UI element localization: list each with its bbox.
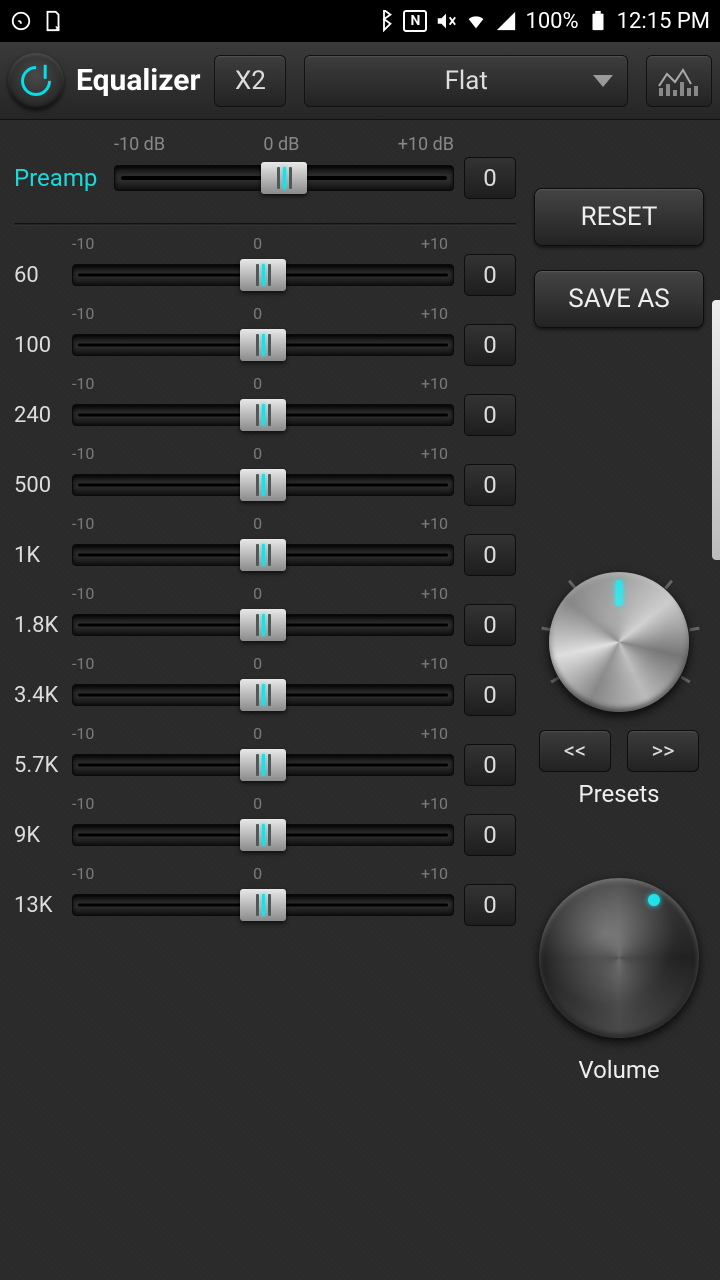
- band-60: -100+10600: [14, 234, 516, 296]
- reset-button[interactable]: RESET: [534, 188, 704, 246]
- band-slider-9K[interactable]: [72, 824, 454, 846]
- band-thumb[interactable]: [240, 539, 286, 571]
- band-3.4K: -100+103.4K0: [14, 654, 516, 716]
- band-thumb[interactable]: [240, 329, 286, 361]
- band-thumb[interactable]: [240, 749, 286, 781]
- band-value: 0: [464, 254, 516, 296]
- volume-knob-section: Volume: [529, 868, 709, 1084]
- band-13K: -100+1013K0: [14, 864, 516, 926]
- band-thumb[interactable]: [240, 469, 286, 501]
- clock: 12:15 PM: [617, 9, 710, 34]
- band-value: 0: [464, 674, 516, 716]
- band-1K: -100+101K0: [14, 514, 516, 576]
- band-thumb[interactable]: [240, 609, 286, 641]
- screen-title: Equalizer: [76, 63, 200, 98]
- save-as-button[interactable]: SAVE AS: [534, 270, 704, 328]
- band-slider-500[interactable]: [72, 474, 454, 496]
- signal-icon: [495, 10, 517, 32]
- band-slider-1.8K[interactable]: [72, 614, 454, 636]
- preset-dropdown[interactable]: Flat: [304, 55, 628, 107]
- preamp-section: -10 dB 0 dB +10 dB Preamp 0: [14, 134, 516, 199]
- side-drawer-handle[interactable]: [712, 300, 720, 560]
- preamp-slider[interactable]: [114, 165, 454, 191]
- band-240: -100+102400: [14, 374, 516, 436]
- band-freq-label: 9K: [14, 823, 62, 848]
- band-thumb[interactable]: [240, 819, 286, 851]
- band-freq-label: 500: [14, 473, 62, 498]
- cast-icon: [10, 10, 32, 32]
- band-1.8K: -100+101.8K0: [14, 584, 516, 646]
- band-value: 0: [464, 324, 516, 366]
- chevron-down-icon: [593, 75, 613, 87]
- band-freq-label: 5.7K: [14, 753, 62, 778]
- bluetooth-icon: [373, 10, 395, 32]
- band-value: 0: [464, 464, 516, 506]
- volume-label: Volume: [578, 1056, 659, 1084]
- band-slider-13K[interactable]: [72, 894, 454, 916]
- band-value: 0: [464, 884, 516, 926]
- band-freq-label: 60: [14, 263, 62, 288]
- band-slider-1K[interactable]: [72, 544, 454, 566]
- band-100: -100+101000: [14, 304, 516, 366]
- visualizer-button[interactable]: [646, 55, 712, 107]
- volume-knob[interactable]: [539, 878, 699, 1038]
- band-value: 0: [464, 534, 516, 576]
- band-slider-60[interactable]: [72, 264, 454, 286]
- x2-button[interactable]: X2: [214, 55, 286, 107]
- band-value: 0: [464, 814, 516, 856]
- battery-icon: [587, 10, 609, 32]
- app-header: Equalizer X2 Flat: [0, 42, 720, 120]
- band-slider-3.4K[interactable]: [72, 684, 454, 706]
- band-freq-label: 3.4K: [14, 683, 62, 708]
- band-9K: -100+109K0: [14, 794, 516, 856]
- band-slider-5.7K[interactable]: [72, 754, 454, 776]
- band-value: 0: [464, 744, 516, 786]
- mute-icon: [435, 10, 457, 32]
- presets-knob[interactable]: [549, 572, 689, 712]
- preamp-label: Preamp: [14, 164, 104, 192]
- band-thumb[interactable]: [240, 679, 286, 711]
- preamp-thumb[interactable]: [261, 162, 307, 194]
- band-500: -100+105000: [14, 444, 516, 506]
- nfc-icon: N: [403, 10, 427, 32]
- band-slider-240[interactable]: [72, 404, 454, 426]
- band-slider-100[interactable]: [72, 334, 454, 356]
- band-thumb[interactable]: [240, 889, 286, 921]
- band-freq-label: 13K: [14, 893, 62, 918]
- divider: [14, 223, 516, 226]
- band-freq-label: 100: [14, 333, 62, 358]
- band-freq-label: 1K: [14, 543, 62, 568]
- wifi-icon: [465, 10, 487, 32]
- band-value: 0: [464, 604, 516, 646]
- status-bar: N 100% 12:15 PM: [0, 0, 720, 42]
- band-value: 0: [464, 394, 516, 436]
- band-freq-label: 240: [14, 403, 62, 428]
- preset-selected: Flat: [445, 66, 488, 96]
- preamp-value: 0: [464, 157, 516, 199]
- presets-label: Presets: [578, 780, 659, 808]
- band-thumb[interactable]: [240, 259, 286, 291]
- preset-next-button[interactable]: >>: [627, 730, 699, 772]
- presets-knob-section: << >> Presets: [539, 562, 699, 808]
- battery-pct: 100%: [525, 9, 578, 34]
- power-button[interactable]: [8, 53, 64, 109]
- band-thumb[interactable]: [240, 399, 286, 431]
- band-freq-label: 1.8K: [14, 613, 62, 638]
- doc-icon: [42, 10, 64, 32]
- preset-prev-button[interactable]: <<: [539, 730, 611, 772]
- band-5.7K: -100+105.7K0: [14, 724, 516, 786]
